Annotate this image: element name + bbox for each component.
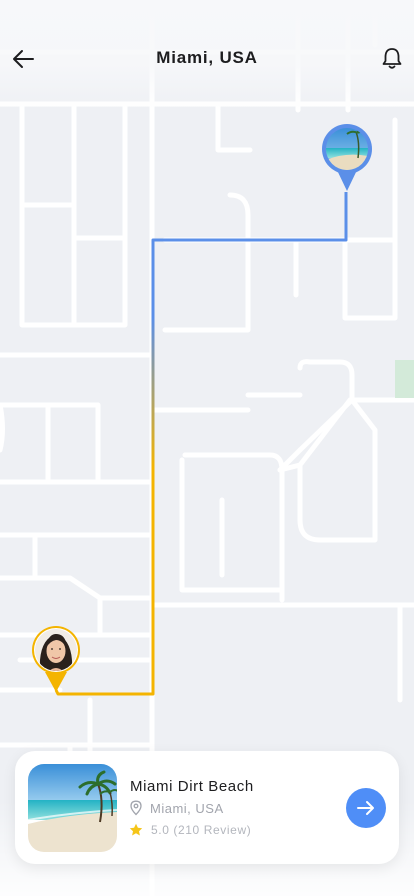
top-bar: Miami, USA: [0, 0, 414, 110]
page-title: Miami, USA: [156, 48, 258, 67]
location-pin-icon: [130, 800, 142, 816]
navigate-button[interactable]: [346, 788, 386, 828]
place-thumbnail: [28, 764, 117, 852]
notifications-button[interactable]: [378, 44, 406, 72]
place-rating: 5.0 (210 Review): [151, 823, 252, 837]
place-card[interactable]: Miami Dirt Beach Miami, USA 5.0 (210 Rev…: [15, 751, 399, 864]
arrow-right-icon: [357, 801, 374, 815]
star-icon: [129, 823, 143, 836]
park-area: [395, 360, 414, 398]
place-location: Miami, USA: [150, 801, 224, 816]
bell-icon: [382, 48, 402, 69]
place-name: Miami Dirt Beach: [130, 778, 254, 795]
